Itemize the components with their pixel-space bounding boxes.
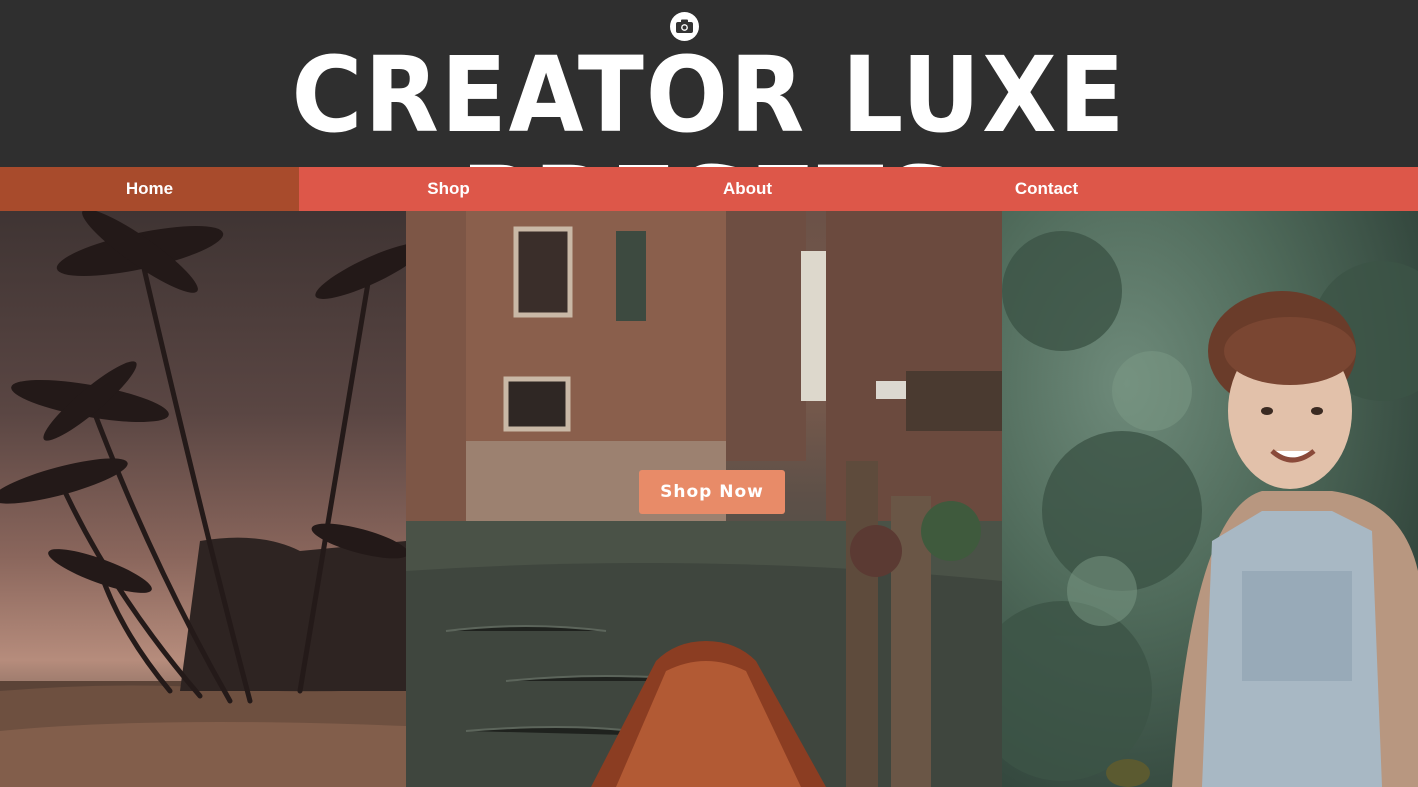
nav-item-contact[interactable]: Contact (897, 167, 1196, 211)
nav-item-about[interactable]: About (598, 167, 897, 211)
child-photo (1002, 211, 1418, 787)
nav-item-shop[interactable]: Shop (299, 167, 598, 211)
nav-item-home[interactable]: Home (0, 167, 299, 211)
shop-now-button[interactable]: Shop Now (639, 470, 785, 514)
beach-photo (0, 211, 406, 787)
site-header: CREATOR LUXE PRESETS (0, 0, 1418, 260)
hero-section: Shop Now (0, 211, 1418, 787)
main-nav: Home Shop About Contact (0, 167, 1418, 211)
